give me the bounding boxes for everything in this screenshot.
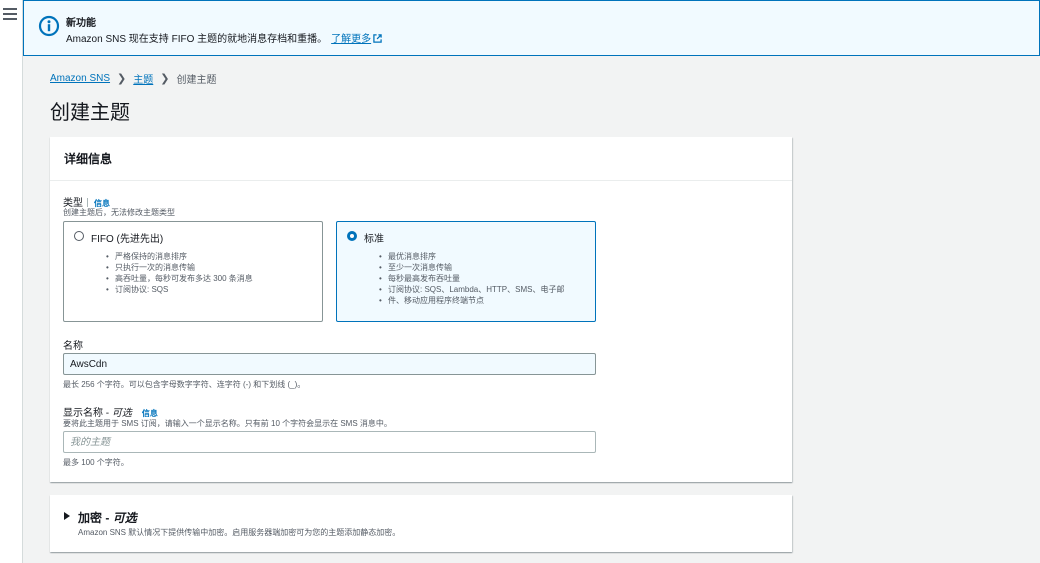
list-item: 高吞吐量，每秒可发布多达 300 条消息 (106, 273, 253, 284)
display-name-input[interactable] (63, 431, 596, 453)
encryption-toggle[interactable]: 加密 - 可选 (78, 509, 137, 526)
display-name-description: 要将此主题用于 SMS 订阅，请输入一个显示名称。只有前 10 个字符会显示在 … (63, 419, 392, 428)
breadcrumb-sns[interactable]: Amazon SNS (50, 73, 110, 84)
flash-title: 新功能 (66, 18, 96, 29)
fifo-radio[interactable] (74, 231, 84, 241)
standard-radio[interactable] (347, 231, 357, 241)
type-description: 创建主题后，无法修改主题类型 (63, 208, 175, 217)
fifo-title: FIFO (先进先出) (91, 234, 164, 245)
details-panel: 详细信息 类型信息 创建主题后，无法修改主题类型 FIFO (先进先出) 严格保… (50, 137, 792, 482)
fifo-bullets: 严格保持的消息排序 只执行一次的消息传输 高吞吐量，每秒可发布多达 300 条消… (106, 251, 253, 295)
info-flashbar: 新功能 Amazon SNS 现在支持 FIFO 主题的就地消息存档和重播。 了解… (23, 0, 1040, 56)
info-icon (38, 15, 60, 37)
flash-message: Amazon SNS 现在支持 FIFO 主题的就地消息存档和重播。 了解更多 (66, 30, 382, 45)
standard-bullets: 最优消息排序 至少一次消息传输 每秒最高发布吞吐量 订阅协议: SQS、Lamb… (379, 251, 564, 306)
list-item: 件、移动应用程序终端节点 (379, 295, 564, 306)
menu-icon[interactable] (3, 8, 17, 20)
display-name-label-row: 显示名称 - 可选 信息 (63, 408, 158, 419)
breadcrumb-current: 创建主题 (176, 75, 217, 86)
learn-more-link[interactable]: 了解更多 (331, 34, 382, 45)
list-item: 严格保持的消息排序 (106, 251, 253, 262)
list-item: 只执行一次的消息传输 (106, 262, 253, 273)
details-header: 详细信息 (50, 137, 792, 181)
page-title: 创建主题 (50, 102, 130, 124)
breadcrumb-topics[interactable]: 主题 (133, 71, 153, 86)
left-navigation-rail (0, 0, 23, 563)
external-link-icon (373, 34, 382, 43)
name-input[interactable] (63, 353, 596, 375)
name-hint: 最长 256 个字符。可以包含字母数字字符、连字符 (-) 和下划线 (_)。 (63, 380, 306, 389)
standard-title: 标准 (364, 234, 384, 245)
display-name-hint: 最多 100 个字符。 (63, 458, 129, 467)
encryption-description: Amazon SNS 默认情况下提供传输中加密。启用服务器端加密可为您的主题添加… (78, 528, 401, 537)
display-name-info-link[interactable]: 信息 (142, 409, 158, 418)
list-item: 最优消息排序 (379, 251, 564, 262)
list-item: 每秒最高发布吞吐量 (379, 273, 564, 284)
chevron-right-icon: ❯ (117, 73, 127, 85)
list-item: 订阅协议: SQS (106, 284, 253, 295)
type-option-standard[interactable]: 标准 最优消息排序 至少一次消息传输 每秒最高发布吞吐量 订阅协议: SQS、L… (336, 221, 596, 322)
type-option-fifo[interactable]: FIFO (先进先出) 严格保持的消息排序 只执行一次的消息传输 高吞吐量，每秒… (63, 221, 323, 322)
encryption-panel: 加密 - 可选 Amazon SNS 默认情况下提供传输中加密。启用服务器端加密… (50, 495, 792, 552)
chevron-right-icon: ❯ (160, 73, 170, 85)
caret-right-icon[interactable] (64, 512, 70, 520)
list-item: 订阅协议: SQS、Lambda、HTTP、SMS、电子邮 (379, 284, 564, 295)
list-item: 至少一次消息传输 (379, 262, 564, 273)
breadcrumb: Amazon SNS ❯ 主题 ❯ 创建主题 (50, 71, 216, 86)
name-label: 名称 (63, 341, 83, 352)
